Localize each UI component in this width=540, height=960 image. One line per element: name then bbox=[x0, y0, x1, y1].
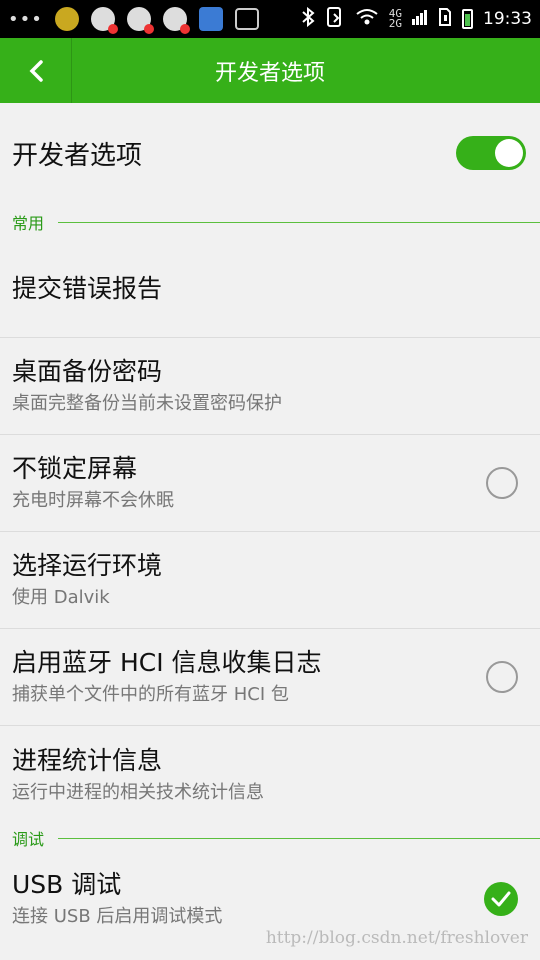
pref-title: 不锁定屏幕 bbox=[12, 454, 138, 483]
toggle-knob bbox=[495, 139, 523, 167]
pref-summary: 运行中进程的相关技术统计信息 bbox=[12, 781, 264, 803]
section-label: 调试 bbox=[12, 830, 45, 849]
wifi-icon bbox=[355, 8, 379, 30]
pref-title: 启用蓝牙 HCI 信息收集日志 bbox=[12, 648, 322, 677]
network-type-label: 4G 2G bbox=[388, 8, 402, 30]
wechat-icon bbox=[126, 7, 154, 34]
pref-title: USB 调试 bbox=[12, 870, 122, 899]
pref-title: 提交错误报告 bbox=[12, 274, 163, 303]
pref-title: 选择运行环境 bbox=[12, 551, 163, 580]
phone-vibrate-icon bbox=[325, 6, 345, 32]
network-type-bottom: 2G bbox=[388, 17, 402, 30]
pref-summary: 充电时屏幕不会休眠 bbox=[12, 490, 174, 511]
pref-text: 进程统计信息 运行中进程的相关技术统计信息 bbox=[12, 744, 526, 806]
system-icons: 4G 2G 19:33 bbox=[301, 6, 532, 32]
notification-icons: ••• bbox=[8, 7, 301, 34]
signal-icon bbox=[412, 9, 428, 29]
page-title: 开发者选项 bbox=[214, 60, 325, 86]
pref-text: USB 调试 连接 USB 后启用调试模式 bbox=[12, 868, 484, 930]
more-notifications-icon: ••• bbox=[8, 8, 43, 30]
back-arrow-icon bbox=[29, 59, 43, 82]
app-bar: 开发者选项 bbox=[0, 38, 540, 103]
screenshot-icon bbox=[234, 8, 259, 30]
status-bar: ••• 4G 2G 19:33 bbox=[0, 0, 540, 38]
pref-summary: 捕获单个文件中的所有蓝牙 HCI 包 bbox=[12, 684, 289, 705]
checkmark-icon bbox=[491, 891, 511, 907]
developer-options-toggle[interactable] bbox=[456, 136, 526, 170]
pref-summary: 连接 USB 后启用调试模式 bbox=[12, 906, 223, 927]
clock: 19:33 bbox=[483, 9, 532, 29]
weather-icon bbox=[198, 7, 223, 31]
pref-process-stats[interactable]: 进程统计信息 运行中进程的相关技术统计信息 bbox=[0, 726, 540, 823]
pref-backup-password[interactable]: 桌面备份密码 桌面完整备份当前未设置密码保护 bbox=[0, 338, 540, 435]
section-label: 常用 bbox=[12, 214, 45, 233]
pref-text: 选择运行环境 使用 Dalvik bbox=[12, 549, 526, 611]
bluetooth-icon bbox=[301, 6, 315, 31]
stay-awake-checkbox[interactable] bbox=[486, 467, 518, 499]
section-header-debug: 调试 bbox=[0, 823, 540, 853]
back-button[interactable] bbox=[0, 38, 72, 103]
pref-select-runtime[interactable]: 选择运行环境 使用 Dalvik bbox=[0, 532, 540, 629]
developer-options-master-row[interactable]: 开发者选项 bbox=[0, 103, 540, 203]
pref-summary: 桌面完整备份当前未设置密码保护 bbox=[12, 393, 282, 414]
section-header-common: 常用 bbox=[0, 203, 540, 241]
battery-level bbox=[465, 14, 470, 26]
sim-icon bbox=[438, 7, 452, 31]
pref-stay-awake[interactable]: 不锁定屏幕 充电时屏幕不会休眠 bbox=[0, 435, 540, 532]
watermark: http://blog.csdn.net/freshlover bbox=[265, 928, 528, 948]
pref-text: 启用蓝牙 HCI 信息收集日志 捕获单个文件中的所有蓝牙 HCI 包 bbox=[12, 646, 486, 708]
battery-icon bbox=[462, 9, 473, 29]
pref-bug-report[interactable]: 提交错误报告 bbox=[0, 241, 540, 338]
pref-summary: 使用 Dalvik bbox=[12, 587, 110, 608]
wechat-icon bbox=[162, 7, 190, 34]
wechat-icon bbox=[90, 7, 118, 34]
bluetooth-hci-checkbox[interactable] bbox=[486, 661, 518, 693]
pref-bluetooth-hci-log[interactable]: 启用蓝牙 HCI 信息收集日志 捕获单个文件中的所有蓝牙 HCI 包 bbox=[0, 629, 540, 726]
usb-debugging-checkbox[interactable] bbox=[484, 882, 518, 916]
pref-text: 提交错误报告 bbox=[12, 272, 526, 306]
pref-text: 不锁定屏幕 充电时屏幕不会休眠 bbox=[12, 452, 486, 514]
section-divider bbox=[58, 837, 540, 839]
pref-title: 桌面备份密码 bbox=[12, 357, 163, 386]
section-divider bbox=[58, 221, 540, 223]
message-icon bbox=[54, 7, 79, 31]
pref-text: 桌面备份密码 桌面完整备份当前未设置密码保护 bbox=[12, 355, 526, 417]
pref-title: 进程统计信息 bbox=[12, 745, 163, 775]
master-switch-label: 开发者选项 bbox=[12, 140, 143, 171]
